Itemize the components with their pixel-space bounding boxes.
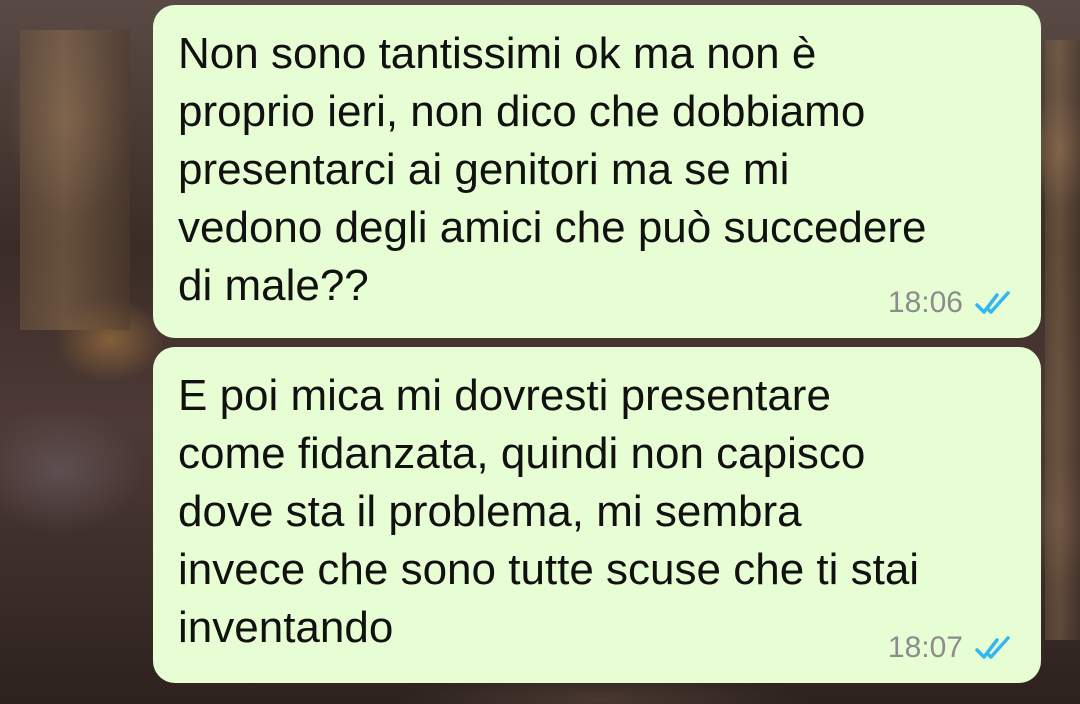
- outgoing-message-bubble[interactable]: E poi mica mi dovresti presentare come f…: [153, 347, 1041, 683]
- wallpaper-castle-left: [20, 30, 130, 330]
- message-meta: 18:06: [888, 286, 1017, 320]
- message-text: E poi mica mi dovresti presentare come f…: [178, 371, 920, 652]
- double-check-read-icon: [975, 291, 1010, 314]
- message-timestamp: 18:06: [887, 286, 963, 319]
- message-text: Non sono tantissimi ok ma non è proprio …: [178, 29, 927, 310]
- wallpaper-castle-right: [1045, 40, 1080, 640]
- message-timestamp: 18:07: [887, 631, 963, 664]
- outgoing-message-bubble[interactable]: Non sono tantissimi ok ma non è proprio …: [153, 5, 1041, 338]
- message-meta: 18:07: [888, 631, 1017, 665]
- double-check-read-icon: [975, 636, 1010, 659]
